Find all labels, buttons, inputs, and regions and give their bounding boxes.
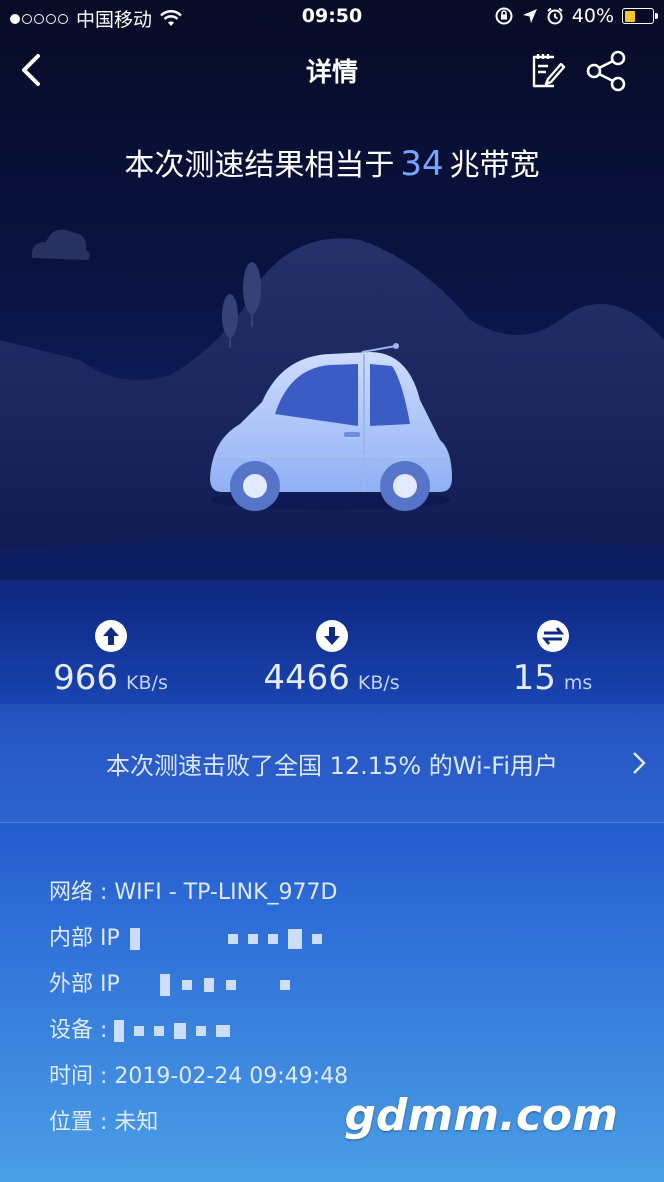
network-label: 网络 :	[49, 880, 115, 905]
redacted-device	[114, 1020, 231, 1042]
device-label: 设备 :	[49, 1018, 115, 1043]
chevron-right-icon	[633, 752, 646, 774]
location-label: 位置 :	[49, 1110, 115, 1135]
car-illustration	[0, 229, 664, 580]
internal-ip-label: 内部 IP	[49, 926, 120, 951]
ping-stat: 15 ms	[442, 620, 663, 698]
download-unit: KB/s	[357, 672, 400, 694]
download-arrow-icon	[315, 620, 348, 652]
battery-percent: 40%	[571, 5, 614, 27]
nav-bar: 详情	[0, 40, 664, 98]
bandwidth-value: 34	[400, 144, 444, 184]
status-right: 40%	[494, 5, 658, 27]
share-button[interactable]	[584, 48, 630, 94]
time-row: 时间 : 2019-02-24 09:49:48	[49, 1054, 348, 1100]
network-value: WIFI - TP-LINK_977D	[114, 880, 338, 905]
upload-stat: 966 KB/s	[0, 620, 221, 698]
battery-icon	[622, 8, 658, 24]
location-row: 位置 : 未知	[49, 1100, 348, 1146]
alarm-icon	[547, 7, 563, 25]
edit-note-button[interactable]	[526, 48, 570, 92]
ping-unit: ms	[563, 672, 593, 694]
redacted-external-ip	[159, 974, 290, 996]
connection-info: 网络 : WIFI - TP-LINK_977D 内部 IP 外部 IP 设备 …	[49, 870, 348, 1146]
internal-ip-row: 内部 IP	[49, 916, 348, 962]
bandwidth-headline: 本次测速结果相当于 34 兆带宽	[0, 140, 664, 184]
swap-arrows-icon	[536, 620, 569, 652]
status-bar: 中国移动 09:50 40%	[0, 0, 664, 34]
headline-suffix: 兆带宽	[449, 148, 540, 183]
time-label: 时间 :	[49, 1064, 115, 1089]
device-row: 设备 :	[49, 1008, 348, 1054]
rank-text: 本次测速击败了全国 12.15% 的Wi-Fi用户	[105, 752, 559, 780]
speed-stats: 966 KB/s 4466 KB/s 15 ms	[0, 620, 664, 700]
upload-value: 966	[53, 658, 119, 698]
redacted-internal-ip	[129, 928, 322, 950]
upload-unit: KB/s	[126, 672, 168, 694]
share-icon	[586, 50, 626, 92]
rotation-lock-icon	[495, 7, 513, 25]
headline-prefix: 本次测速结果相当于	[124, 148, 395, 183]
rank-row[interactable]: 本次测速击败了全国 12.15% 的Wi-Fi用户	[0, 704, 664, 823]
location-value: 未知	[114, 1110, 159, 1135]
time-value: 2019-02-24 09:49:48	[114, 1064, 349, 1089]
download-stat: 4466 KB/s	[221, 620, 442, 698]
upload-arrow-icon	[94, 620, 127, 652]
download-value: 4466	[263, 658, 350, 698]
network-row: 网络 : WIFI - TP-LINK_977D	[49, 870, 348, 916]
watermark: gdmm.com	[344, 1090, 618, 1141]
location-arrow-icon	[522, 9, 537, 23]
external-ip-label: 外部 IP	[49, 972, 120, 997]
notepad-edit-icon	[532, 54, 566, 88]
external-ip-row: 外部 IP	[49, 962, 348, 1008]
ping-value: 15	[512, 658, 556, 698]
cloud-icon	[31, 229, 90, 260]
